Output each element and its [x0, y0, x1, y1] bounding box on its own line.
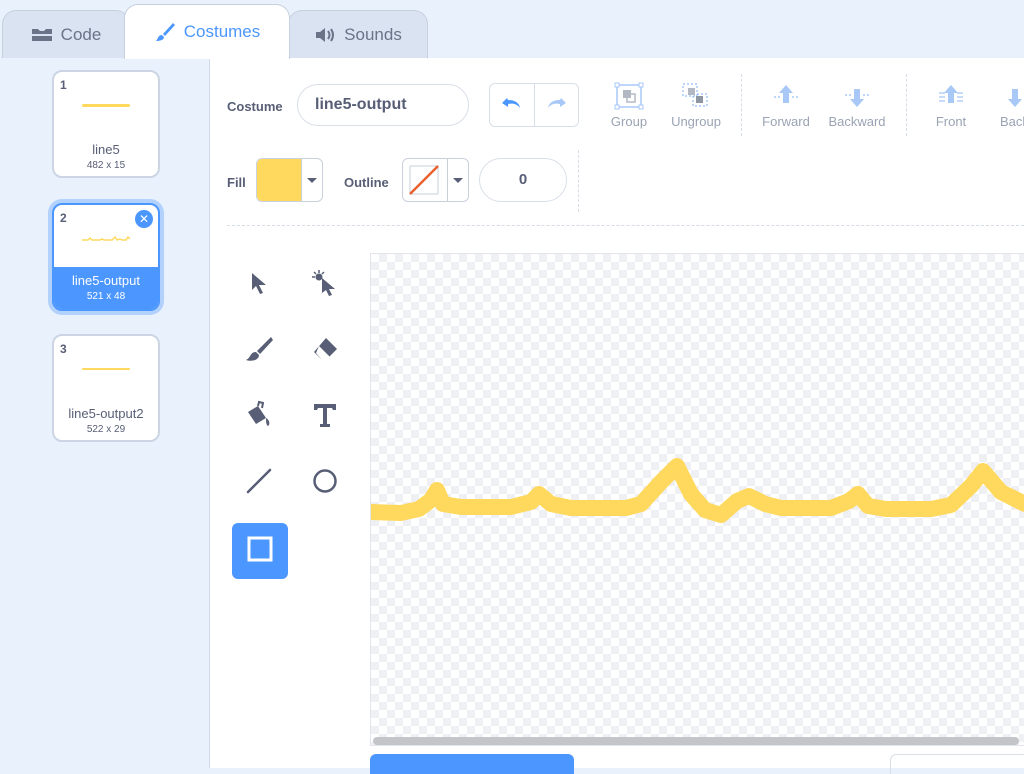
front-button[interactable]: Front	[916, 82, 986, 132]
code-blocks-icon	[31, 27, 53, 43]
line-tool[interactable]	[231, 455, 287, 511]
outline-swatch	[403, 159, 447, 201]
costume-name: line5-output2	[68, 406, 144, 421]
no-color-icon	[409, 165, 439, 195]
tab-costumes[interactable]: Costumes	[124, 4, 290, 59]
eraser-icon	[310, 335, 340, 368]
costume-name-label: Costume	[227, 99, 283, 114]
costume-list: 1 line5 482 x 15 2 ✕ line5-output 521 x …	[0, 58, 210, 768]
chevron-down-icon	[307, 177, 317, 183]
group-button[interactable]: Group	[594, 82, 664, 132]
arrow-cursor-icon	[246, 270, 272, 301]
paintbrush-icon	[154, 21, 176, 43]
costume-item-1[interactable]: 1 line5 482 x 15	[52, 70, 160, 178]
brush-tool[interactable]	[231, 323, 287, 379]
backward-button[interactable]: Backward	[822, 82, 892, 132]
redo-button[interactable]	[535, 84, 579, 126]
fill-swatch	[257, 159, 301, 201]
paint-bucket-icon	[244, 400, 274, 435]
paint-canvas[interactable]	[370, 253, 1024, 746]
line-icon	[245, 467, 273, 500]
outline-color-picker[interactable]	[402, 158, 469, 202]
toolbar-divider	[578, 150, 579, 212]
fill-dropdown[interactable]	[301, 159, 322, 201]
forward-icon	[751, 82, 821, 110]
tab-code[interactable]: Code	[2, 10, 130, 58]
costume-name: line5-output	[72, 273, 140, 288]
outline-dropdown[interactable]	[447, 159, 468, 201]
front-label: Front	[935, 114, 967, 129]
group-label: Group	[610, 114, 648, 129]
reshape-tool[interactable]	[297, 257, 353, 313]
forward-label: Forward	[762, 114, 810, 129]
canvas-horizontal-scrollbar[interactable]	[373, 737, 1019, 745]
square-icon	[246, 535, 274, 568]
costume-number: 1	[60, 78, 67, 92]
costume-name-input[interactable]: line5-output	[297, 84, 469, 126]
fill-label: Fill	[227, 175, 246, 190]
circle-icon	[311, 467, 339, 500]
costume-size: 521 x 48	[86, 291, 126, 302]
tab-code-label: Code	[60, 24, 102, 44]
costume-number: 2	[60, 211, 67, 225]
costume-size: 482 x 15	[86, 160, 126, 171]
undo-redo-group	[489, 83, 579, 127]
toolbar-separator	[227, 225, 1024, 226]
speaker-icon	[314, 26, 336, 44]
undo-icon	[501, 95, 523, 116]
back-button[interactable]: Back	[986, 82, 1024, 132]
costume-thumbnail	[82, 235, 130, 241]
undo-button[interactable]	[490, 84, 535, 126]
redo-icon	[545, 95, 567, 116]
costume-size: 522 x 29	[86, 424, 126, 435]
back-label: Back	[1000, 114, 1024, 129]
paintbrush-icon	[244, 335, 274, 368]
ungroup-label: Ungroup	[671, 114, 721, 129]
chevron-down-icon	[453, 177, 463, 183]
costume-name: line5	[92, 142, 120, 157]
fill-color-picker[interactable]	[256, 158, 323, 202]
backward-icon	[822, 82, 892, 110]
outline-label: Outline	[344, 175, 389, 190]
convert-mode-button[interactable]	[370, 754, 574, 774]
toolbar-divider	[906, 74, 907, 136]
reshape-icon	[311, 269, 339, 302]
tab-sounds[interactable]: Sounds	[288, 10, 428, 58]
costume-drawing	[371, 458, 1024, 523]
editor-tab-bar: Code Costumes Sounds	[0, 0, 1024, 59]
outline-width-input[interactable]: 0	[479, 158, 567, 202]
backward-label: Backward	[828, 114, 886, 129]
back-icon	[986, 82, 1024, 110]
eraser-tool[interactable]	[297, 323, 353, 379]
forward-button[interactable]: Forward	[751, 82, 821, 132]
costume-number: 3	[60, 342, 67, 356]
text-t-icon	[312, 401, 338, 434]
rectangle-tool[interactable]	[232, 523, 288, 579]
fill-tool[interactable]	[231, 389, 287, 445]
ungroup-icon	[661, 82, 731, 110]
costume-thumbnail	[82, 368, 130, 370]
delete-costume-button[interactable]: ✕	[134, 209, 154, 229]
select-tool[interactable]	[231, 257, 287, 313]
paint-editor: Costume line5-output Group Ungroup Forwa…	[210, 58, 1024, 774]
tab-sounds-label: Sounds	[344, 24, 402, 44]
tab-costumes-label: Costumes	[183, 22, 261, 41]
toolbar-divider	[741, 74, 742, 136]
costume-item-3[interactable]: 3 line5-output2 522 x 29	[52, 334, 160, 442]
group-icon	[594, 82, 664, 110]
circle-tool[interactable]	[297, 455, 353, 511]
front-icon	[916, 82, 986, 110]
ungroup-button[interactable]: Ungroup	[661, 82, 731, 132]
zoom-controls[interactable]	[890, 754, 1024, 774]
costume-thumbnail	[82, 104, 130, 107]
text-tool[interactable]	[297, 389, 353, 445]
costume-item-2[interactable]: 2 ✕ line5-output 521 x 48	[52, 203, 160, 311]
